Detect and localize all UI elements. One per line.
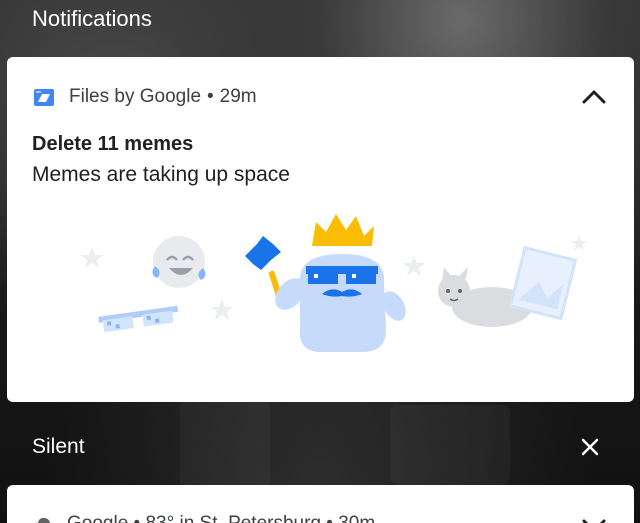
notification-body: Memes are taking up space xyxy=(32,163,290,186)
star-decoration xyxy=(211,299,233,320)
star-decoration xyxy=(81,247,103,268)
chevron-up-icon[interactable] xyxy=(580,85,608,109)
notification-time: 29m xyxy=(219,86,257,107)
files-by-google-icon xyxy=(34,89,54,106)
star-decoration xyxy=(571,235,587,251)
silent-header: Silent xyxy=(32,435,85,458)
app-name: Files by Google xyxy=(69,86,202,107)
notification-title: Delete 11 memes xyxy=(32,133,194,155)
separator-dot: • xyxy=(207,86,214,107)
wallpaper-shape xyxy=(180,400,270,490)
notification-card-files[interactable]: Files by Google • 29m Delete 11 memes Me… xyxy=(7,57,634,402)
notification-summary: Google • 83° in St. Petersburg • 30m xyxy=(67,513,375,523)
star-decoration xyxy=(403,255,425,276)
chevron-down-icon[interactable] xyxy=(580,515,608,523)
notifications-header: Notifications xyxy=(32,6,152,31)
notification-app-row: Google • 83° in St. Petersburg • 30m xyxy=(32,513,375,523)
wallpaper-shape xyxy=(390,405,510,485)
laughing-face xyxy=(152,236,206,288)
memes-illustration xyxy=(81,214,587,352)
blob-character xyxy=(275,214,406,352)
close-icon[interactable] xyxy=(577,434,603,460)
notification-app-row: Files by Google • 29m xyxy=(32,85,257,109)
cloud-icon xyxy=(35,517,50,523)
notification-card-google[interactable]: Google • 83° in St. Petersburg • 30m xyxy=(7,485,634,523)
pixel-sunglasses xyxy=(98,305,179,333)
photo-frame xyxy=(508,245,578,321)
